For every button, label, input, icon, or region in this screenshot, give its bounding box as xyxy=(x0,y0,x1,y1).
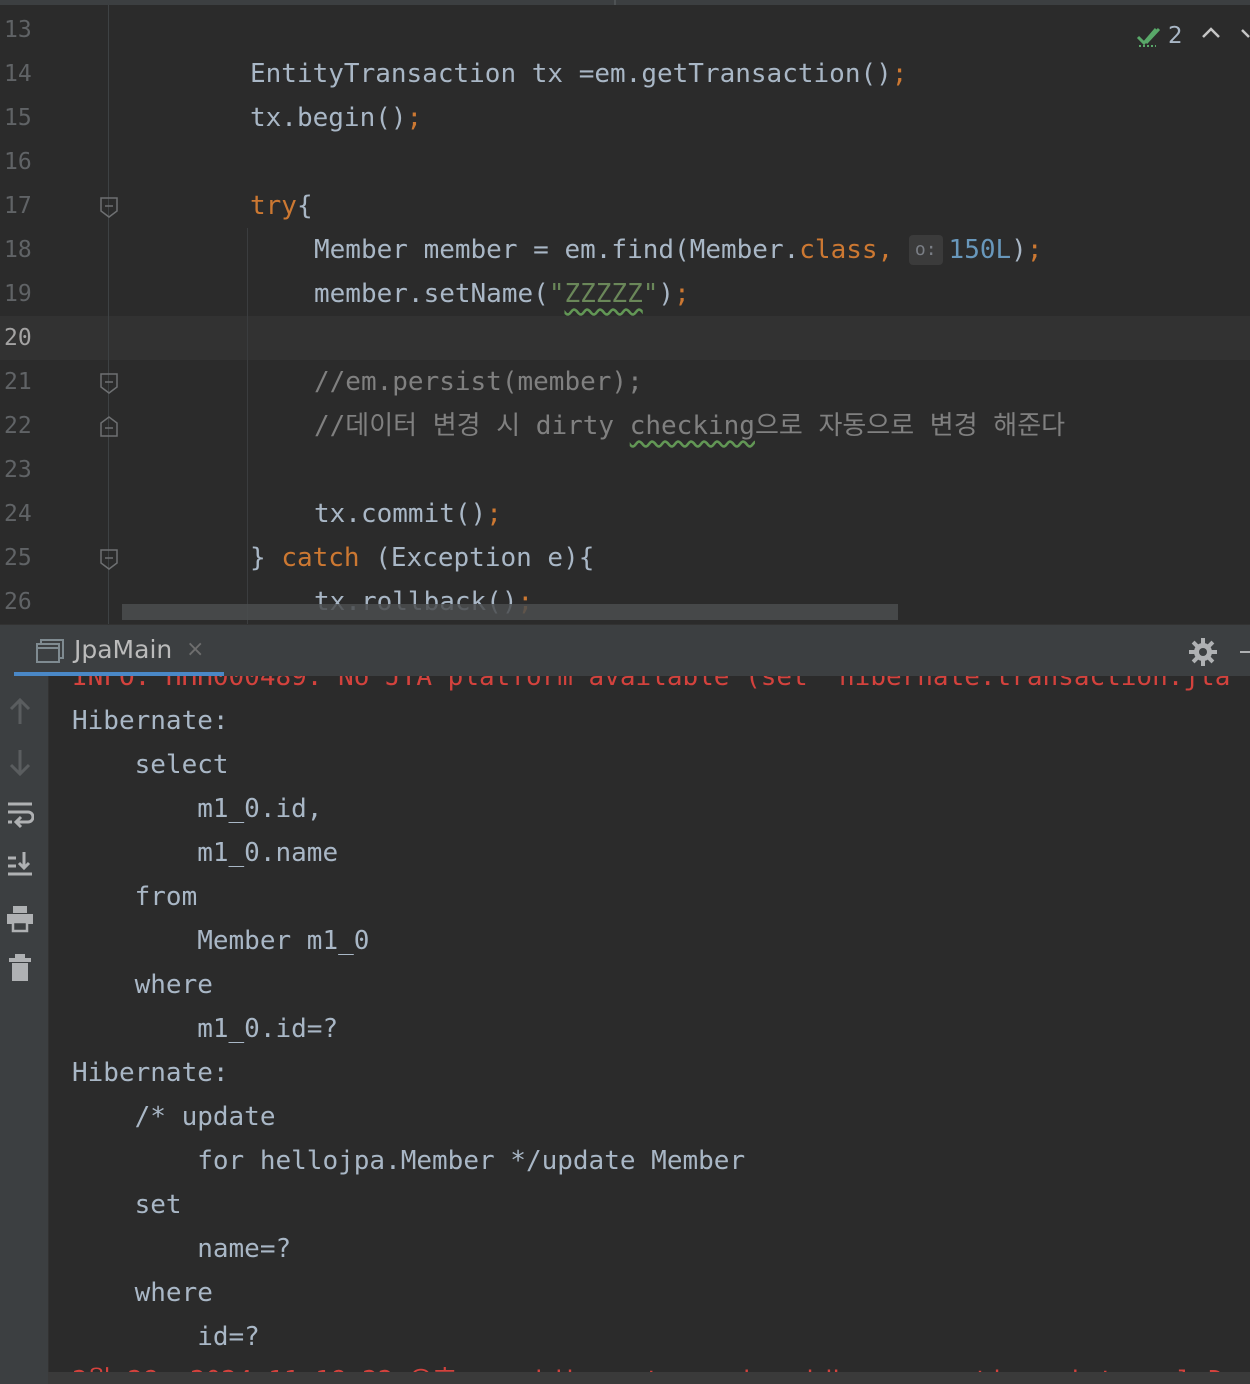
current-line-highlight xyxy=(0,316,1250,360)
line-number: 13 xyxy=(4,17,32,43)
code-line: tx.begin(); xyxy=(250,103,423,133)
soft-wrap-icon[interactable] xyxy=(6,798,34,830)
fold-marker-icon[interactable] xyxy=(100,373,118,395)
editor-split-marker xyxy=(614,0,616,5)
inspection-count: 2 xyxy=(1168,23,1183,49)
fold-marker-icon[interactable] xyxy=(100,197,118,219)
console-line: for hellojpa.Member */update Member xyxy=(72,1146,746,1176)
chevron-down-icon[interactable] xyxy=(1240,24,1250,42)
indent-guide xyxy=(247,228,248,624)
chevron-up-icon[interactable] xyxy=(1200,24,1222,42)
code-line: member.setName("ZZZZZ"); xyxy=(314,279,690,309)
line-number: 24 xyxy=(4,501,32,527)
code-editor[interactable]: 13 14 15 16 17 18 19 20 21 22 23 24 25 2… xyxy=(0,0,1250,624)
parameter-hint: o: xyxy=(908,235,943,265)
console-line: name=? xyxy=(72,1234,292,1264)
line-number: 14 xyxy=(4,61,32,87)
code-comment: //em.persist(member); xyxy=(314,367,643,397)
gutter-divider xyxy=(108,5,109,624)
fold-marker-icon[interactable] xyxy=(100,549,118,571)
fold-end-marker-icon[interactable] xyxy=(100,415,118,437)
console-line: set xyxy=(72,1190,182,1220)
line-number: 21 xyxy=(4,369,32,395)
line-number: 15 xyxy=(4,105,32,131)
console-line: select xyxy=(72,750,229,780)
scroll-to-end-icon[interactable] xyxy=(6,848,34,880)
console-line: Hibernate: xyxy=(72,1058,245,1088)
run-console[interactable]: INFO: HHH000489: No JTA platform availab… xyxy=(0,676,1250,1384)
line-number: 22 xyxy=(4,413,32,439)
console-line: Hibernate: xyxy=(72,706,245,736)
code-line: } catch (Exception e){ xyxy=(250,543,595,573)
line-number-current: 20 xyxy=(4,325,32,351)
console-line: m1_0.name xyxy=(72,838,339,868)
line-number: 26 xyxy=(4,589,32,615)
console-error-line: INFO: HHH000489: No JTA platform availab… xyxy=(72,676,1231,692)
line-number: 18 xyxy=(4,237,32,263)
console-line: id=? xyxy=(72,1322,260,1352)
run-tool-window-header: JpaMain × xyxy=(0,624,1250,677)
line-number: 17 xyxy=(4,193,32,219)
console-horizontal-scrollbar[interactable] xyxy=(48,1372,1250,1384)
double-check-icon xyxy=(1136,27,1161,47)
editor-top-border xyxy=(0,0,1250,5)
code-line: EntityTransaction tx =em.getTransaction(… xyxy=(250,59,908,89)
trash-icon[interactable] xyxy=(6,952,34,984)
console-toolbar xyxy=(0,676,49,1384)
console-line: m1_0.id, xyxy=(72,794,323,824)
code-line: try{ xyxy=(250,191,313,221)
arrow-down-icon[interactable] xyxy=(6,746,34,778)
line-number: 19 xyxy=(4,281,32,307)
code-line: tx.commit(); xyxy=(314,499,502,529)
code-line: Member member = em.find(Member.class, o:… xyxy=(314,235,1043,265)
line-number: 16 xyxy=(4,149,32,175)
print-icon[interactable] xyxy=(6,902,34,934)
tab-close-button[interactable]: × xyxy=(186,637,204,662)
console-line: where xyxy=(72,970,213,1000)
line-number: 25 xyxy=(4,545,32,571)
tab-label: JpaMain xyxy=(74,635,173,664)
console-line: from xyxy=(72,882,198,912)
minimize-icon[interactable] xyxy=(1240,651,1250,653)
console-line: /* update xyxy=(72,1102,276,1132)
console-line: where xyxy=(72,1278,213,1308)
console-line: Member m1_0 xyxy=(72,926,370,956)
code-comment: //데이터 변경 시 dirty checking으로 자동으로 변경 해준다 xyxy=(314,411,1066,441)
arrow-up-icon[interactable] xyxy=(6,696,34,728)
inspection-widget[interactable]: 2 xyxy=(1136,20,1183,52)
editor-horizontal-scrollbar[interactable] xyxy=(122,604,898,620)
console-window-icon xyxy=(36,639,64,663)
console-line: m1_0.id=? xyxy=(72,1014,339,1044)
gear-icon[interactable] xyxy=(1188,637,1218,667)
line-number: 23 xyxy=(4,457,32,483)
